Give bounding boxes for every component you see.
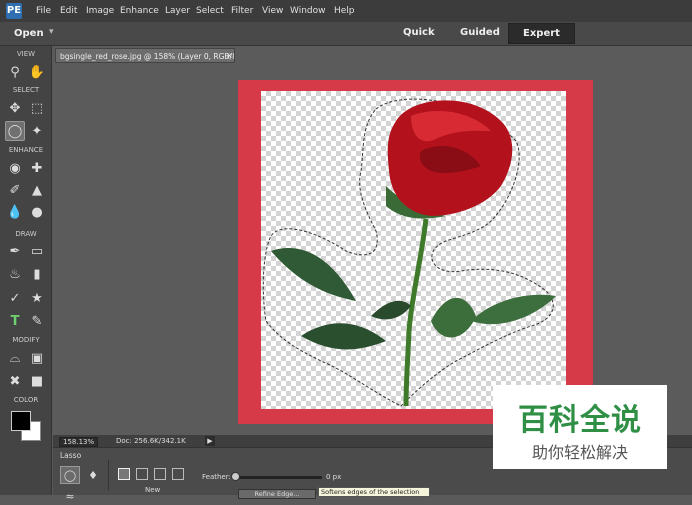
lasso-icon[interactable]: ◯	[5, 121, 25, 141]
feather-slider-track[interactable]	[234, 476, 322, 479]
rose-image[interactable]	[261, 91, 566, 409]
marquee-icon[interactable]: ⬚	[27, 98, 47, 118]
foreground-color-swatch[interactable]	[11, 411, 31, 431]
chevron-down-icon[interactable]: ▾	[49, 27, 54, 37]
new-selection-icon[interactable]	[118, 468, 130, 480]
feather-label: Feather:	[202, 473, 231, 481]
menu-layer[interactable]: Layer	[165, 6, 190, 16]
intersect-selection-icon[interactable]	[172, 468, 184, 480]
crop-icon[interactable]: ⌓	[5, 348, 25, 368]
rose-leaf-4	[471, 294, 556, 325]
menu-bar: PE File Edit Image Enhance Layer Select …	[0, 0, 692, 22]
menu-file[interactable]: File	[36, 6, 51, 16]
feather-value[interactable]: 0 px	[326, 473, 341, 481]
zoom-level-field[interactable]: 158.13%	[59, 437, 99, 447]
menu-help[interactable]: Help	[334, 6, 355, 16]
menu-filter[interactable]: Filter	[231, 6, 253, 16]
section-select-label: SELECT	[12, 86, 40, 94]
app-logo-icon: PE	[6, 3, 22, 19]
content-aware-move-icon[interactable]: ■	[27, 371, 47, 391]
menu-view[interactable]: View	[262, 6, 283, 16]
magnetic-lasso-option-icon[interactable]: ≈	[60, 487, 80, 505]
watermark: 百科全说 助你轻松解决	[493, 385, 667, 469]
straighten-icon[interactable]: ✖	[5, 371, 25, 391]
menu-window[interactable]: Window	[290, 6, 326, 16]
watermark-subtitle: 助你轻松解决	[531, 443, 628, 462]
status-menu-arrow-icon[interactable]: ▶	[205, 436, 215, 446]
blur-icon[interactable]: 💧	[5, 202, 25, 222]
quick-selection-icon[interactable]: ✦	[27, 121, 47, 141]
refine-edge-button[interactable]: Refine Edge...	[238, 489, 316, 499]
eraser-icon[interactable]: ▭	[27, 241, 47, 261]
selection-mode-label: New	[145, 486, 161, 494]
custom-shape-icon[interactable]: ★	[27, 288, 47, 308]
feather-slider-thumb[interactable]	[231, 472, 240, 481]
pencil-icon[interactable]: ✎	[27, 311, 47, 331]
close-icon[interactable]: ×	[226, 51, 233, 60]
polygonal-lasso-option-icon[interactable]: ♦	[83, 466, 103, 484]
document-tab[interactable]: bgsingle_red_rose.jpg @ 158% (Layer 0, R…	[55, 48, 235, 63]
rose-stem	[403, 218, 429, 407]
add-to-selection-icon[interactable]	[136, 468, 148, 480]
tab-quick[interactable]: Quick	[403, 27, 435, 38]
gradient-icon[interactable]: ▮	[27, 264, 47, 284]
zoom-icon[interactable]: ⚲	[5, 62, 25, 82]
rose-leaf-2	[301, 323, 386, 350]
feather-tooltip: Softens edges of the selection	[318, 487, 430, 497]
section-modify-label: MODIFY	[12, 336, 40, 344]
move-icon[interactable]: ✥	[5, 98, 25, 118]
paint-bucket-icon[interactable]: ♨	[5, 264, 25, 284]
tool-options-title: Lasso	[60, 451, 82, 460]
menu-select[interactable]: Select	[196, 6, 224, 16]
spot-healing-icon[interactable]: ✚	[27, 158, 47, 178]
menu-enhance[interactable]: Enhance	[120, 6, 159, 16]
section-enhance-label: ENHANCE	[8, 146, 44, 154]
red-eye-icon[interactable]: ◉	[5, 158, 25, 178]
section-draw-label: DRAW	[15, 230, 37, 238]
smart-brush-icon[interactable]: ✐	[5, 180, 25, 200]
sponge-icon[interactable]: ●	[27, 202, 47, 222]
menu-edit[interactable]: Edit	[60, 6, 77, 16]
clone-stamp-icon[interactable]: ▲	[27, 180, 47, 200]
options-divider	[108, 460, 109, 490]
lasso-tool-option-icon[interactable]: ◯	[60, 466, 80, 484]
section-view-label: VIEW	[16, 50, 36, 58]
brush-icon[interactable]: ✒	[5, 241, 25, 261]
mode-bar: Open ▾ Quick Guided Expert	[0, 22, 692, 46]
rose-leaf-5	[371, 300, 411, 320]
menu-image[interactable]: Image	[86, 6, 114, 16]
rose-leaf-1	[271, 248, 356, 301]
hand-icon[interactable]: ✋	[27, 62, 47, 82]
subtract-from-selection-icon[interactable]	[154, 468, 166, 480]
document-size-info: Doc: 256.6K/342.1K	[116, 437, 186, 445]
tab-guided[interactable]: Guided	[460, 27, 500, 38]
watermark-title: 百科全说	[518, 403, 642, 438]
rose-leaf-3	[431, 297, 476, 338]
eyedropper-icon[interactable]: ✓	[5, 288, 25, 308]
type-icon[interactable]: T	[5, 311, 25, 331]
open-button[interactable]: Open	[14, 28, 44, 39]
tab-expert[interactable]: Expert	[508, 23, 575, 44]
recompose-icon[interactable]: ▣	[27, 348, 47, 368]
section-color-label: COLOR	[13, 396, 39, 404]
